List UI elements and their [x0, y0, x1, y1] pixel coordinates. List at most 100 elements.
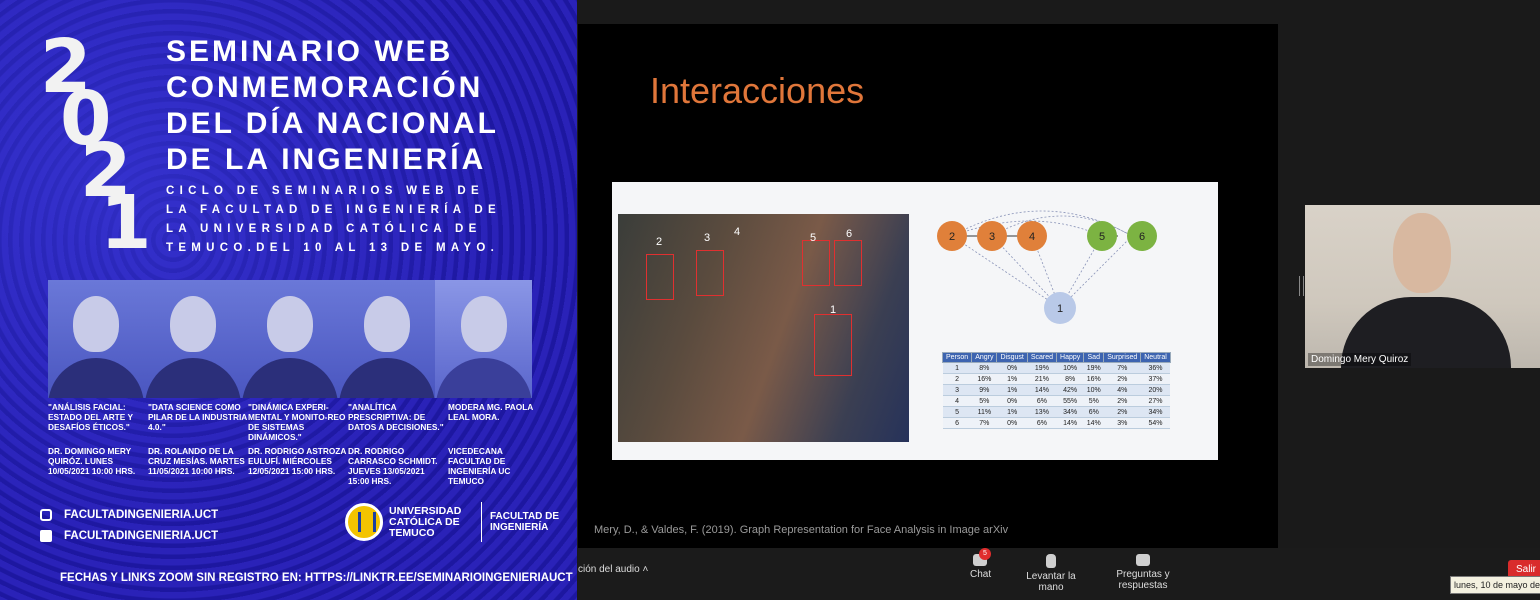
face-label: 2 [656, 236, 663, 248]
table-cell: 6 [942, 417, 972, 429]
table-cell: 19% [1083, 362, 1104, 374]
facebook-handle: FACULTADINGENIERIA.UCT [64, 529, 219, 542]
instagram-row: FACULTADINGENIERIA.UCT [40, 504, 218, 525]
university-name: UNIVERSIDAD CATÓLICA DE TEMUCO [389, 504, 462, 539]
table-cell: 9% [971, 384, 997, 396]
chat-icon: 5 [973, 548, 991, 566]
talk-title: "ANÁLISIS FACIAL: ESTADO DEL ARTE Y DESA… [48, 402, 133, 432]
speaker-photo [241, 280, 339, 398]
subtitle-line: TEMUCO.DEL 10 AL 13 DE MAYO. [166, 242, 500, 254]
node-label: 1 [1057, 303, 1063, 315]
speaker-photo [144, 280, 242, 398]
face-label: 6 [846, 228, 853, 240]
table-cell: 14% [1056, 417, 1084, 429]
table-row: 1 8% 0% 19% 10% 19% 7% 36% [942, 362, 1171, 374]
table-cell: 36% [1140, 362, 1171, 374]
table-cell: 2% [1103, 406, 1141, 418]
table-cell: 1 [942, 362, 972, 374]
table-cell: 3 [942, 384, 972, 396]
table-row: 5 11% 1% 13% 34% 6% 2% 34% [942, 406, 1171, 418]
table-cell: 10% [1056, 362, 1084, 374]
chat-button[interactable]: 5 Chat [970, 548, 992, 580]
instagram-icon [40, 508, 52, 521]
table-cell: 42% [1056, 384, 1084, 396]
university-branding: UNIVERSIDAD CATÓLICA DE TEMUCO FACULTAD … [345, 502, 560, 542]
speaker-entry: "DINÁMICA EXPERI-MENTAL Y MONITO-REO DE … [248, 402, 348, 486]
raise-hand-label: Levantar la mano [1026, 571, 1076, 593]
table-header-cell: Sad [1083, 352, 1105, 363]
table-row: 4 5% 0% 6% 55% 5% 2% 27% [942, 395, 1171, 407]
title-line: DEL DÍA NACIONAL [166, 107, 499, 140]
speaker-entry: "DATA SCIENCE COMO PILAR DE LA INDUSTRIA… [148, 402, 248, 486]
table-cell: 37% [1140, 373, 1171, 385]
table-cell: 14% [1083, 417, 1104, 429]
table-cell: 8% [971, 362, 997, 374]
shared-slide: Interacciones 2 3 4 5 6 1 2 3 4 5 6 1 Pe… [578, 24, 1278, 548]
node-label: 6 [1139, 231, 1145, 243]
table-cell: 55% [1056, 395, 1084, 407]
hand-icon [1046, 554, 1056, 568]
table-cell: 1% [996, 406, 1028, 418]
qa-button[interactable]: Preguntas y respuestas [1096, 554, 1190, 591]
speaker-photos [48, 280, 532, 398]
table-row: 2 16% 1% 21% 8% 16% 2% 37% [942, 373, 1171, 385]
meeting-toolbar: ción del audio ˄ 5 Chat Levantar la mano… [578, 548, 1540, 600]
table-cell: 16% [1083, 373, 1104, 385]
participant-video[interactable]: Domingo Mery Quiroz [1305, 205, 1540, 368]
slide-title: Interacciones [650, 70, 865, 111]
participant-name: Domingo Mery Quiroz [1308, 353, 1412, 366]
chat-label: Chat [970, 569, 992, 580]
table-cell: 2 [942, 373, 972, 385]
splitter-handle[interactable] [1299, 276, 1304, 296]
raise-hand-button[interactable]: Levantar la mano [1015, 554, 1087, 593]
title-line: SEMINARIO WEB [166, 35, 454, 68]
emotion-table: Person Angry Disgust Scared Happy Sad Surprise… [941, 352, 1171, 429]
table-cell: 16% [971, 373, 997, 385]
participant-head [1393, 213, 1451, 293]
speaker-entry: "ANALÍTICA PRESCRIPTIVA: DE DATOS A DECI… [348, 402, 448, 486]
table-cell: 21% [1027, 373, 1057, 385]
speaker-info: VICEDECANA FACULTAD DE INGENIERÍA UC TEM… [448, 446, 511, 486]
talk-title: "DATA SCIENCE COMO PILAR DE LA INDUSTRIA… [148, 402, 247, 432]
year-digit: 1 [100, 180, 152, 266]
speaker-entry: MODERA MG. PAOLA LEAL MORA. VICEDECANA FA… [448, 402, 548, 486]
facebook-row: FACULTADINGENIERIA.UCT [40, 525, 218, 546]
table-cell: 4% [1103, 384, 1141, 396]
table-cell: 0% [996, 362, 1028, 374]
talk-title: "DINÁMICA EXPERI-MENTAL Y MONITO-REO DE … [248, 402, 346, 442]
speaker-entry: "ANÁLISIS FACIAL: ESTADO DEL ARTE Y DESA… [48, 402, 148, 486]
poster-title: SEMINARIO WEB CONMEMORACIÓN DEL DÍA NACI… [166, 34, 566, 178]
interaction-graph: 2 3 4 5 6 1 [937, 210, 1157, 324]
table-cell: 1% [996, 373, 1028, 385]
table-cell: 11% [971, 406, 997, 418]
slide-figure: 2 3 4 5 6 1 2 3 4 5 6 1 Person Angry Dis… [612, 182, 1218, 460]
table-header-cell: Disgust [996, 352, 1028, 363]
table-header-row: Person Angry Disgust Scared Happy Sad Surprise… [941, 352, 1171, 363]
speaker-info: DR. RODRIGO CARRASCO SCHMIDT. JUEVES 13/… [348, 446, 438, 486]
speaker-info: DR. ROLANDO DE LA CRUZ MESÍAS. MARTES 11… [148, 446, 245, 476]
table-cell: 34% [1056, 406, 1084, 418]
table-header-cell: Neutral [1140, 352, 1171, 363]
table-cell: 5 [942, 406, 972, 418]
table-cell: 1% [996, 384, 1028, 396]
table-cell: 7% [1103, 362, 1141, 374]
social-links: FACULTADINGENIERIA.UCT FACULTADINGENIERI… [40, 504, 218, 546]
face-label: 3 [704, 232, 711, 244]
subtitle-line: LA FACULTAD DE INGENIERÍA DE [166, 204, 501, 216]
table-cell: 20% [1140, 384, 1171, 396]
table-body: 1 8% 0% 19% 10% 19% 7% 36% 2 16% 1% 21% 8% 16% 2% 37% 3 9… [942, 362, 1171, 429]
table-header-cell: Angry [971, 352, 998, 363]
audio-settings-button[interactable]: ción del audio ˄ [578, 564, 648, 575]
university-logo-icon [345, 503, 383, 541]
talk-title: "ANALÍTICA PRESCRIPTIVA: DE DATOS A DECI… [348, 402, 444, 432]
qa-icon [1136, 554, 1150, 566]
subtitle-line: CICLO DE SEMINARIOS WEB DE [166, 185, 484, 197]
table-cell: 6% [1083, 406, 1104, 418]
table-header-cell: Person [941, 352, 973, 363]
node-label: 5 [1099, 231, 1105, 243]
face-box [696, 250, 724, 296]
facebook-icon [40, 529, 52, 542]
table-cell: 6% [1027, 417, 1057, 429]
subtitle-line: LA UNIVERSIDAD CATÓLICA DE [166, 223, 482, 235]
chat-badge: 5 [979, 548, 991, 560]
